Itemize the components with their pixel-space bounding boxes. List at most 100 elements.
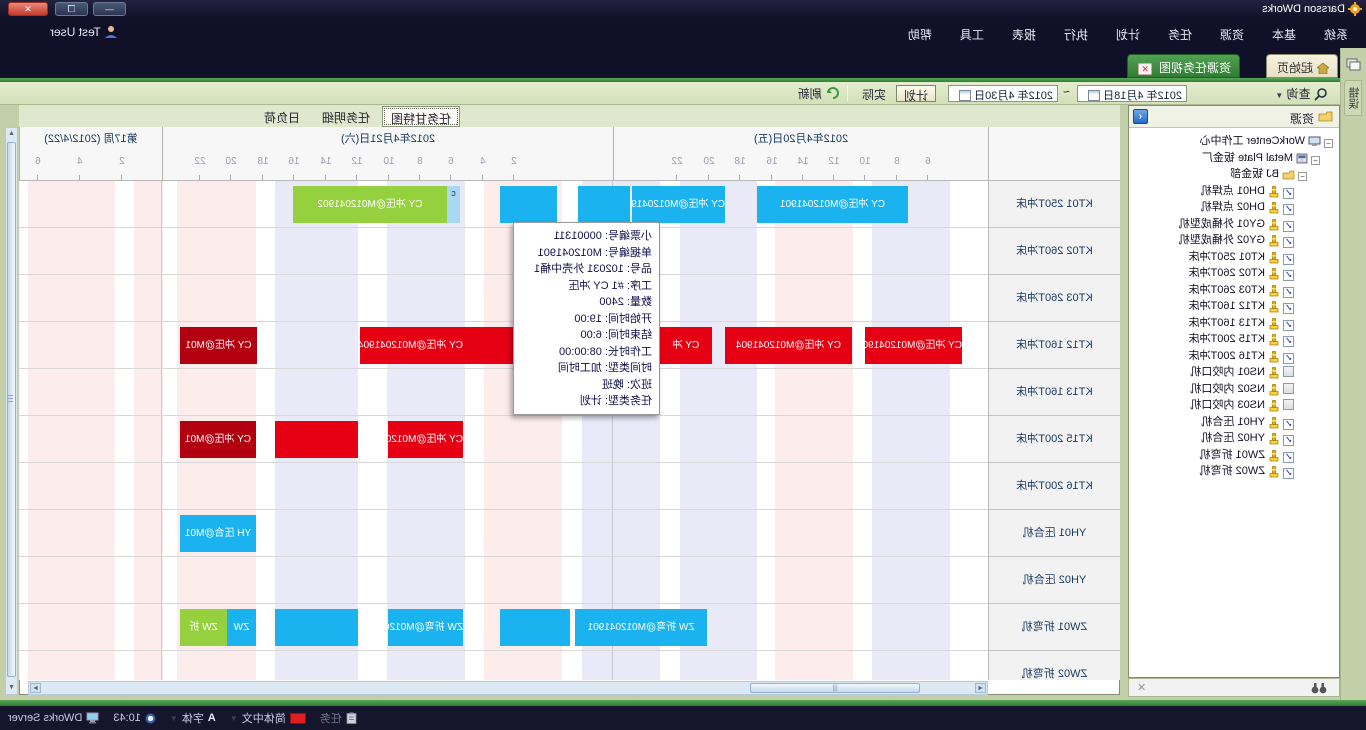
task-bar[interactable]: ZW 折弯@M012041901	[388, 609, 463, 646]
date-from-field[interactable]: 2012年 4月18日 ▼	[1077, 85, 1187, 102]
minimize-button[interactable]: —	[93, 2, 126, 16]
gantt-row-header[interactable]: KT02 260T冲床	[989, 228, 1120, 275]
status-item[interactable]: 10:43	[113, 712, 156, 724]
tree-group-item[interactable]: −WorkCenter 工作中心	[1199, 132, 1333, 149]
menu-item[interactable]: 帮助	[894, 18, 946, 43]
task-bar[interactable]	[500, 609, 570, 646]
gantt-row-header[interactable]: KT16 200T冲床	[989, 463, 1120, 510]
gantt-body[interactable]: CY 冲压@M012041901CY 冲压@M012041901cCY 冲压@M…	[19, 181, 988, 680]
tab-start-page[interactable]: 起始页	[1266, 54, 1338, 78]
tree-machine-item[interactable]: NS01 内咬口机	[1190, 363, 1294, 380]
tree-item-checkbox[interactable]: ✓	[1283, 353, 1294, 364]
vertical-scroll-thumb[interactable]	[7, 142, 16, 677]
user-account[interactable]: Test User	[50, 25, 118, 39]
tree-machine-item[interactable]: ✓YH02 压合机	[1201, 429, 1294, 446]
tree-item-checkbox[interactable]: ✓	[1283, 287, 1294, 298]
scroll-left-icon[interactable]: ◄	[975, 683, 986, 693]
tree-machine-item[interactable]: ✓ZW02 折弯机	[1200, 462, 1294, 479]
gantt-row-header[interactable]: ZW02 折弯机	[989, 651, 1120, 680]
tree-item-checkbox[interactable]: ✓	[1283, 320, 1294, 331]
gantt-row-header[interactable]: KT01 250T冲床	[989, 181, 1120, 228]
menu-item[interactable]: 报表	[998, 18, 1050, 43]
tree-item-checkbox[interactable]: ✓	[1283, 435, 1294, 446]
status-item[interactable]: DWorks Server	[8, 712, 99, 724]
menu-item[interactable]: 执行	[1050, 18, 1102, 43]
tree-machine-item[interactable]: ✓DH01 点焊机	[1201, 182, 1294, 199]
scroll-up-icon[interactable]: ▲	[7, 129, 16, 139]
task-bar[interactable]: ZW	[227, 609, 256, 646]
collapsed-panel-tab-errors[interactable]: 错误	[1344, 80, 1362, 116]
gantt-row-header[interactable]: KT15 200T冲床	[989, 416, 1120, 463]
scroll-down-icon[interactable]: ▼	[7, 683, 16, 693]
tree-item-checkbox[interactable]: ✓	[1283, 270, 1294, 281]
tree-machine-item[interactable]: ✓KT12 160T冲床	[1189, 297, 1294, 314]
tree-expander-icon[interactable]: −	[1298, 172, 1307, 181]
task-bar[interactable]: c	[447, 186, 460, 223]
task-bar[interactable]: CY 冲	[660, 327, 712, 364]
tree-item-checkbox[interactable]: ✓	[1283, 237, 1294, 248]
tree-item-checkbox[interactable]	[1283, 383, 1294, 394]
gantt-row-header[interactable]: ZW01 折弯机	[989, 604, 1120, 651]
menu-item[interactable]: 系统	[1310, 18, 1362, 43]
tree-machine-item[interactable]: ✓KT03 260T冲床	[1189, 281, 1294, 298]
menu-item[interactable]: 资源	[1206, 18, 1258, 43]
tree-expander-icon[interactable]: −	[1311, 156, 1320, 165]
task-bar[interactable]	[500, 186, 557, 223]
status-item[interactable]: 简体中文▼	[230, 710, 306, 726]
tree-expander-icon[interactable]: −	[1324, 139, 1333, 148]
tab-resource-task-view[interactable]: 资源任务视图✕	[1127, 54, 1240, 78]
task-bar[interactable]: CY 冲压@M01	[180, 421, 256, 458]
status-item[interactable]: A字体▼	[170, 710, 216, 726]
tree-item-checkbox[interactable]: ✓	[1283, 254, 1294, 265]
tree-item-checkbox[interactable]: ✓	[1283, 336, 1294, 347]
scroll-right-icon[interactable]: ►	[30, 683, 41, 693]
horizontal-scroll-thumb[interactable]: |||	[750, 683, 920, 693]
date-to-field[interactable]: 2012年 4月30日 ▼	[948, 85, 1058, 102]
tree-group-item[interactable]: −BJ 钣金部	[1230, 165, 1307, 182]
gantt-view-tab[interactable]: 任务明细	[314, 106, 378, 127]
tree-machine-item[interactable]: NS03 内咬口机	[1190, 396, 1294, 413]
search-button[interactable]: 查询 ▼	[1275, 85, 1328, 102]
chevron-down-icon[interactable]: ▼	[230, 714, 238, 723]
menu-item[interactable]: 基本	[1258, 18, 1310, 43]
refresh-button[interactable]: 刷新	[798, 85, 840, 102]
task-bar[interactable]: CY 冲压@M012041902	[293, 186, 447, 223]
tree-machine-item[interactable]: ✓KT15 200T冲床	[1189, 330, 1294, 347]
close-button[interactable]: ✕	[8, 2, 48, 16]
gantt-row-header[interactable]: KT12 160T冲床	[989, 322, 1120, 369]
tree-machine-item[interactable]: NS02 内咬口机	[1190, 380, 1294, 397]
status-item[interactable]: 任务	[320, 710, 357, 726]
clear-filter-icon[interactable]: ✕	[1137, 681, 1146, 694]
tree-machine-item[interactable]: ✓KT01 250T冲床	[1189, 248, 1294, 265]
gantt-view-tab[interactable]: 日负荷	[256, 106, 308, 127]
restore-button[interactable]: ❐	[55, 2, 88, 16]
tree-item-checkbox[interactable]: ✓	[1283, 419, 1294, 430]
task-bar[interactable]: ZW 折	[180, 609, 227, 646]
tree-machine-item[interactable]: ✓GY01 外桶成型机	[1179, 215, 1294, 232]
task-bar[interactable]: CY 冲压@M012041901	[757, 186, 908, 223]
tree-machine-item[interactable]: ✓KT02 260T冲床	[1189, 264, 1294, 281]
binoculars-icon[interactable]	[1311, 682, 1327, 694]
vertical-scrollbar[interactable]: ▲ ▼	[5, 127, 18, 695]
task-bar[interactable]	[275, 609, 358, 646]
tree-item-checkbox[interactable]: ✓	[1283, 452, 1294, 463]
tree-item-checkbox[interactable]: ✓	[1283, 188, 1294, 199]
menu-item[interactable]: 任务	[1154, 18, 1206, 43]
actual-toggle-button[interactable]: 实际	[856, 85, 892, 102]
gantt-view-tab[interactable]: 任务甘特图	[382, 106, 460, 127]
tree-machine-item[interactable]: ✓GY02 外桶成型机	[1179, 231, 1294, 248]
tab-close-icon[interactable]: ✕	[1138, 63, 1152, 75]
tree-item-checkbox[interactable]: ✓	[1283, 303, 1294, 314]
task-bar[interactable]: CY 冲压@M01	[180, 327, 257, 364]
gantt-row-header[interactable]: YH02 压合机	[989, 557, 1120, 604]
gantt-row-header[interactable]: KT13 160T冲床	[989, 369, 1120, 416]
tree-machine-item[interactable]: ✓KT13 160T冲床	[1189, 314, 1294, 331]
horizontal-scrollbar[interactable]: ◄ ||| ►	[28, 681, 988, 695]
menu-item[interactable]: 工具	[946, 18, 998, 43]
task-bar[interactable]: CY 冲压@M012041904	[865, 327, 962, 364]
tree-machine-item[interactable]: ✓ZW01 折弯机	[1200, 446, 1294, 463]
tree-item-checkbox[interactable]: ✓	[1283, 468, 1294, 479]
task-bar[interactable]	[463, 327, 513, 364]
plan-toggle-button[interactable]: 计划	[896, 85, 936, 102]
task-bar[interactable]	[275, 421, 358, 458]
